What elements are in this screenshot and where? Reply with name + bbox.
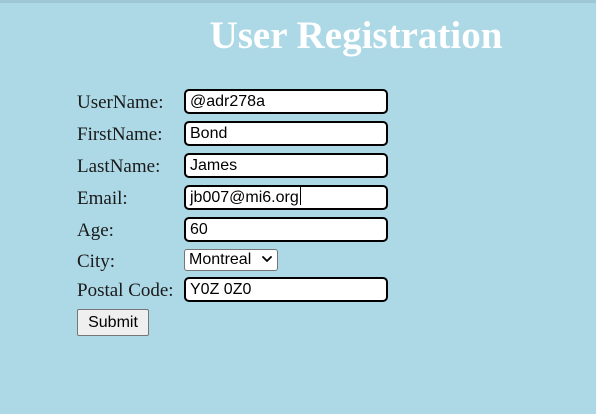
- username-row: UserName:: [77, 89, 397, 115]
- username-label: UserName:: [77, 92, 164, 113]
- city-selected-value: Montreal: [189, 251, 252, 268]
- firstname-label: FirstName:: [77, 124, 163, 145]
- firstname-row: FirstName:: [77, 121, 397, 147]
- postal-label: Postal Code:: [77, 280, 174, 301]
- page-title: User Registration: [209, 14, 503, 57]
- submit-button[interactable]: Submit: [77, 309, 149, 336]
- email-value: jb007@mi6.org: [190, 189, 299, 206]
- city-label: City:: [77, 251, 116, 272]
- username-input[interactable]: [184, 89, 388, 114]
- chevron-down-icon: [262, 256, 272, 262]
- age-input[interactable]: [184, 217, 388, 242]
- text-cursor: [299, 187, 301, 205]
- age-row: Age:: [77, 217, 397, 243]
- city-row: City: Montreal: [77, 248, 397, 274]
- lastname-row: LastName:: [77, 153, 397, 179]
- email-label: Email:: [77, 188, 128, 209]
- email-row: Email: jb007@mi6.org: [77, 185, 397, 211]
- lastname-input[interactable]: [184, 153, 388, 178]
- city-select[interactable]: Montreal: [184, 249, 278, 271]
- lastname-label: LastName:: [77, 156, 161, 177]
- age-label: Age:: [77, 220, 114, 241]
- top-border: [0, 0, 596, 3]
- email-input[interactable]: jb007@mi6.org: [184, 185, 388, 210]
- postal-code-input[interactable]: [184, 277, 388, 302]
- postal-row: Postal Code:: [77, 277, 397, 303]
- firstname-input[interactable]: [184, 121, 388, 146]
